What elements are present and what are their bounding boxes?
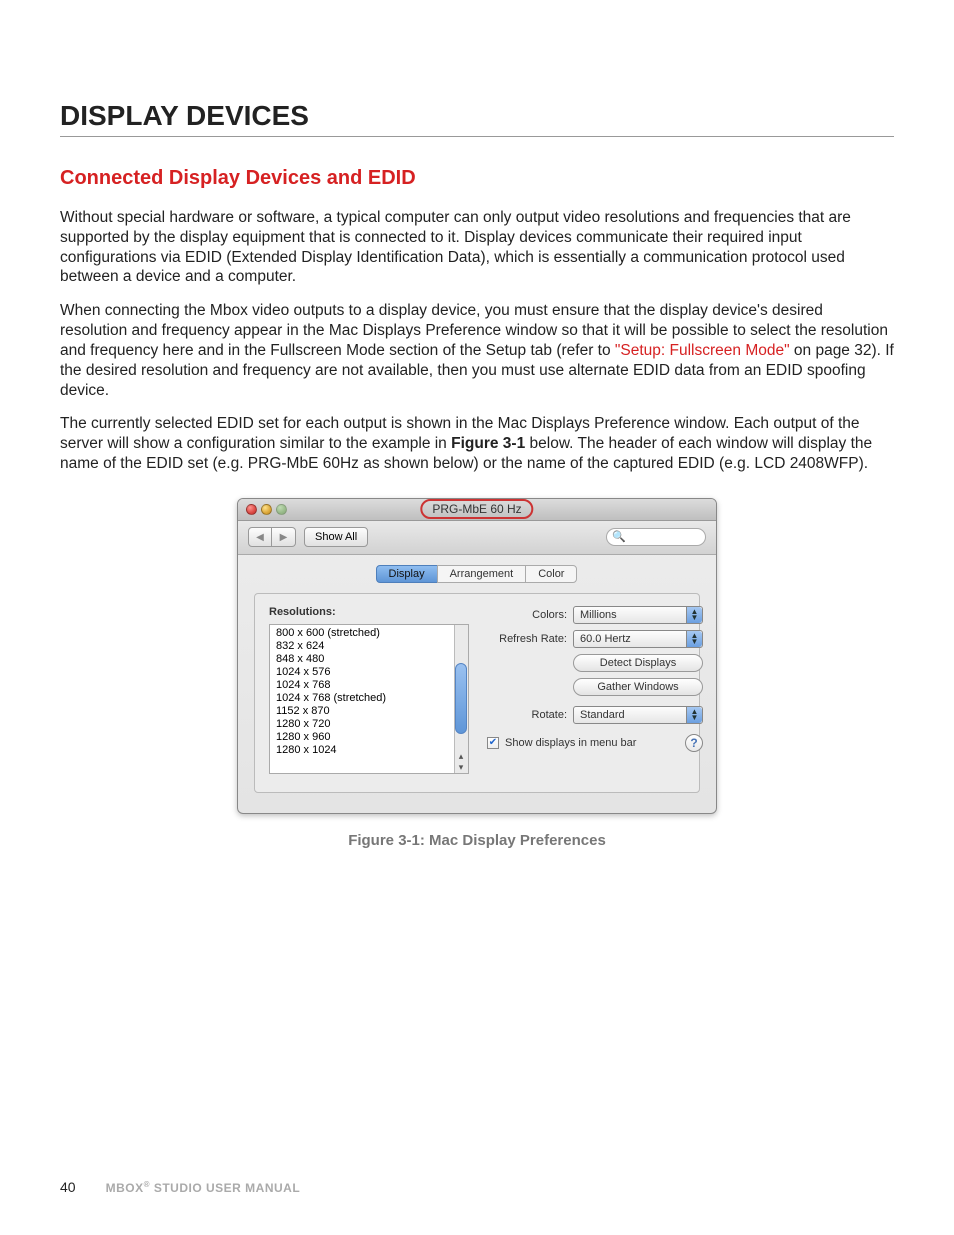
tab-bar: DisplayArrangementColor <box>238 555 716 593</box>
titlebar: PRG-MbE 60 Hz <box>238 499 716 521</box>
list-item[interactable]: 800 x 600 (stretched) <box>276 627 452 640</box>
colors-popup[interactable]: Millions ▲▼ <box>573 606 703 624</box>
resolutions-label: Resolutions: <box>269 606 469 618</box>
window-title-highlight: PRG-MbE 60 Hz <box>420 499 533 519</box>
scroll-down-icon[interactable]: ▾ <box>456 762 466 772</box>
list-item[interactable]: 1024 x 576 <box>276 666 452 679</box>
crossref-link[interactable]: "Setup: Fullscreen Mode" <box>615 342 790 359</box>
scrollbar[interactable]: ▴ ▾ <box>454 625 468 773</box>
rotate-label: Rotate: <box>487 709 567 721</box>
display-pane: Resolutions: 800 x 600 (stretched) 832 x… <box>254 593 700 793</box>
list-item[interactable]: 1152 x 870 <box>276 705 452 718</box>
close-icon[interactable] <box>246 504 257 515</box>
tab-color[interactable]: Color <box>525 565 577 583</box>
list-item[interactable]: 832 x 624 <box>276 640 452 653</box>
menubar-checkbox-label: Show displays in menu bar <box>505 737 636 749</box>
detect-displays-button[interactable]: Detect Displays <box>573 654 703 672</box>
figure-ref: Figure 3-1 <box>451 435 525 452</box>
tab-arrangement[interactable]: Arrangement <box>437 565 527 583</box>
list-item[interactable]: 848 x 480 <box>276 653 452 666</box>
zoom-icon[interactable] <box>276 504 287 515</box>
colors-label: Colors: <box>487 609 567 621</box>
resolutions-list[interactable]: 800 x 600 (stretched) 832 x 624 848 x 48… <box>269 624 469 774</box>
page-number: 40 <box>60 1179 76 1195</box>
minimize-icon[interactable] <box>261 504 272 515</box>
search-icon: 🔍 <box>612 530 626 543</box>
forward-button[interactable]: ▶ <box>272 527 296 547</box>
mac-displays-window: PRG-MbE 60 Hz ◀ ▶ Show All 🔍 DisplayArra… <box>237 498 717 814</box>
footer: 40 MBOX® STUDIO USER MANUAL <box>60 1179 300 1195</box>
list-item[interactable]: 1280 x 1024 <box>276 744 452 757</box>
paragraph-1: Without special hardware or software, a … <box>60 208 894 287</box>
footer-doc-title: MBOX® STUDIO USER MANUAL <box>106 1180 301 1195</box>
rotate-popup[interactable]: Standard ▲▼ <box>573 706 703 724</box>
refresh-rate-value: 60.0 Hertz <box>580 633 631 645</box>
tab-display[interactable]: Display <box>376 565 438 583</box>
menubar-checkbox[interactable]: ✔ <box>487 737 499 749</box>
dropdown-icon: ▲▼ <box>686 607 702 623</box>
dropdown-icon: ▲▼ <box>686 631 702 647</box>
figure-caption: Figure 3-1: Mac Display Preferences <box>60 832 894 849</box>
back-button[interactable]: ◀ <box>248 527 272 547</box>
list-item[interactable]: 1024 x 768 <box>276 679 452 692</box>
show-all-button[interactable]: Show All <box>304 527 368 547</box>
paragraph-2: When connecting the Mbox video outputs t… <box>60 301 894 400</box>
section-heading: DISPLAY DEVICES <box>60 100 894 137</box>
rotate-value: Standard <box>580 709 625 721</box>
gather-windows-button[interactable]: Gather Windows <box>573 678 703 696</box>
paragraph-3: The currently selected EDID set for each… <box>60 414 894 473</box>
list-item[interactable]: 1024 x 768 (stretched) <box>276 692 452 705</box>
refresh-rate-label: Refresh Rate: <box>487 633 567 645</box>
scroll-up-icon[interactable]: ▴ <box>456 751 466 761</box>
toolbar: ◀ ▶ Show All 🔍 <box>238 521 716 555</box>
colors-value: Millions <box>580 609 617 621</box>
refresh-rate-popup[interactable]: 60.0 Hertz ▲▼ <box>573 630 703 648</box>
dropdown-icon: ▲▼ <box>686 707 702 723</box>
scrollbar-thumb[interactable] <box>455 663 467 734</box>
list-item[interactable]: 1280 x 960 <box>276 731 452 744</box>
subsection-heading: Connected Display Devices and EDID <box>60 167 894 190</box>
help-icon[interactable]: ? <box>685 734 703 752</box>
list-item[interactable]: 1280 x 720 <box>276 718 452 731</box>
